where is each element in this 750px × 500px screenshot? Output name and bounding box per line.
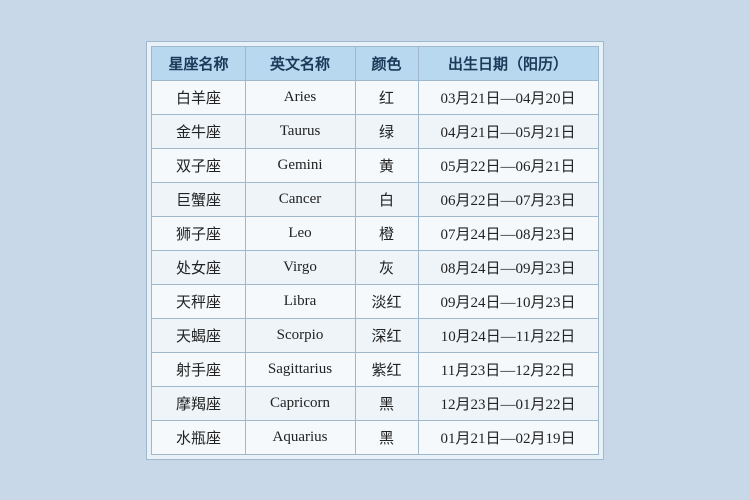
table-row: 处女座Virgo灰08月24日—09月23日 (152, 250, 598, 284)
table-header-row: 星座名称 英文名称 颜色 出生日期（阳历） (152, 46, 598, 80)
table-row: 金牛座Taurus绿04月21日—05月21日 (152, 114, 598, 148)
cell-color: 黑 (355, 386, 418, 420)
cell-zh: 天秤座 (152, 284, 245, 318)
zodiac-table-container: 星座名称 英文名称 颜色 出生日期（阳历） 白羊座Aries红03月21日—04… (146, 41, 603, 460)
cell-en: Capricorn (245, 386, 355, 420)
cell-zh: 巨蟹座 (152, 182, 245, 216)
cell-en: Virgo (245, 250, 355, 284)
cell-zh: 天蝎座 (152, 318, 245, 352)
cell-color: 橙 (355, 216, 418, 250)
cell-en: Sagittarius (245, 352, 355, 386)
cell-color: 淡红 (355, 284, 418, 318)
table-row: 摩羯座Capricorn黑12月23日—01月22日 (152, 386, 598, 420)
cell-color: 深红 (355, 318, 418, 352)
cell-zh: 处女座 (152, 250, 245, 284)
cell-zh: 金牛座 (152, 114, 245, 148)
cell-date: 12月23日—01月22日 (418, 386, 598, 420)
cell-en: Aries (245, 80, 355, 114)
cell-color: 白 (355, 182, 418, 216)
cell-zh: 白羊座 (152, 80, 245, 114)
cell-date: 05月22日—06月21日 (418, 148, 598, 182)
cell-color: 红 (355, 80, 418, 114)
cell-en: Gemini (245, 148, 355, 182)
table-row: 射手座Sagittarius紫红11月23日—12月22日 (152, 352, 598, 386)
zodiac-table: 星座名称 英文名称 颜色 出生日期（阳历） 白羊座Aries红03月21日—04… (151, 46, 598, 455)
cell-en: Cancer (245, 182, 355, 216)
header-zh: 星座名称 (152, 46, 245, 80)
cell-en: Scorpio (245, 318, 355, 352)
cell-date: 06月22日—07月23日 (418, 182, 598, 216)
cell-date: 03月21日—04月20日 (418, 80, 598, 114)
cell-en: Leo (245, 216, 355, 250)
table-row: 天秤座Libra淡红09月24日—10月23日 (152, 284, 598, 318)
table-row: 白羊座Aries红03月21日—04月20日 (152, 80, 598, 114)
cell-date: 07月24日—08月23日 (418, 216, 598, 250)
table-row: 天蝎座Scorpio深红10月24日—11月22日 (152, 318, 598, 352)
cell-zh: 双子座 (152, 148, 245, 182)
cell-zh: 摩羯座 (152, 386, 245, 420)
cell-date: 01月21日—02月19日 (418, 420, 598, 454)
header-date: 出生日期（阳历） (418, 46, 598, 80)
cell-color: 黄 (355, 148, 418, 182)
cell-color: 绿 (355, 114, 418, 148)
cell-color: 黑 (355, 420, 418, 454)
cell-color: 紫红 (355, 352, 418, 386)
cell-date: 11月23日—12月22日 (418, 352, 598, 386)
header-color: 颜色 (355, 46, 418, 80)
cell-zh: 射手座 (152, 352, 245, 386)
cell-date: 08月24日—09月23日 (418, 250, 598, 284)
cell-date: 10月24日—11月22日 (418, 318, 598, 352)
table-row: 狮子座Leo橙07月24日—08月23日 (152, 216, 598, 250)
cell-date: 04月21日—05月21日 (418, 114, 598, 148)
cell-date: 09月24日—10月23日 (418, 284, 598, 318)
cell-en: Taurus (245, 114, 355, 148)
table-row: 水瓶座Aquarius黑01月21日—02月19日 (152, 420, 598, 454)
table-row: 双子座Gemini黄05月22日—06月21日 (152, 148, 598, 182)
cell-zh: 水瓶座 (152, 420, 245, 454)
header-en: 英文名称 (245, 46, 355, 80)
cell-en: Aquarius (245, 420, 355, 454)
cell-zh: 狮子座 (152, 216, 245, 250)
cell-color: 灰 (355, 250, 418, 284)
cell-en: Libra (245, 284, 355, 318)
table-row: 巨蟹座Cancer白06月22日—07月23日 (152, 182, 598, 216)
